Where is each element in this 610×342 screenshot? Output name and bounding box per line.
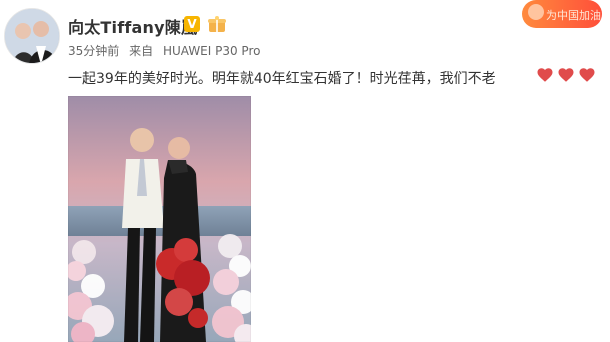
emoji-row bbox=[536, 66, 596, 84]
source-prefix: 来自 bbox=[129, 44, 154, 58]
post-text: 一起39年的美好时光。明年就40年红宝石婚了！时光荏苒，我们不老 bbox=[68, 71, 496, 87]
heart-icon bbox=[537, 68, 553, 82]
post-time[interactable]: 35分钟前 bbox=[68, 44, 119, 58]
promo-icon bbox=[528, 4, 544, 20]
promo-label: 为中国加油 bbox=[546, 9, 601, 22]
heart-icon bbox=[558, 68, 574, 82]
avatar[interactable] bbox=[4, 8, 60, 64]
user-name[interactable]: 向太Tiffany陳嵐 bbox=[68, 14, 197, 38]
avatar-photo bbox=[5, 9, 59, 63]
verified-badge[interactable]: V bbox=[184, 16, 200, 32]
post-meta: 35分钟前 来自 HUAWEI P30 Pro bbox=[68, 42, 266, 59]
gift-box-icon[interactable] bbox=[207, 15, 227, 33]
promo-badge[interactable]: 为中国加油 bbox=[522, 0, 602, 28]
post-photo[interactable] bbox=[68, 96, 251, 342]
heart-icon bbox=[579, 68, 595, 82]
device-name[interactable]: HUAWEI P30 Pro bbox=[163, 44, 261, 58]
